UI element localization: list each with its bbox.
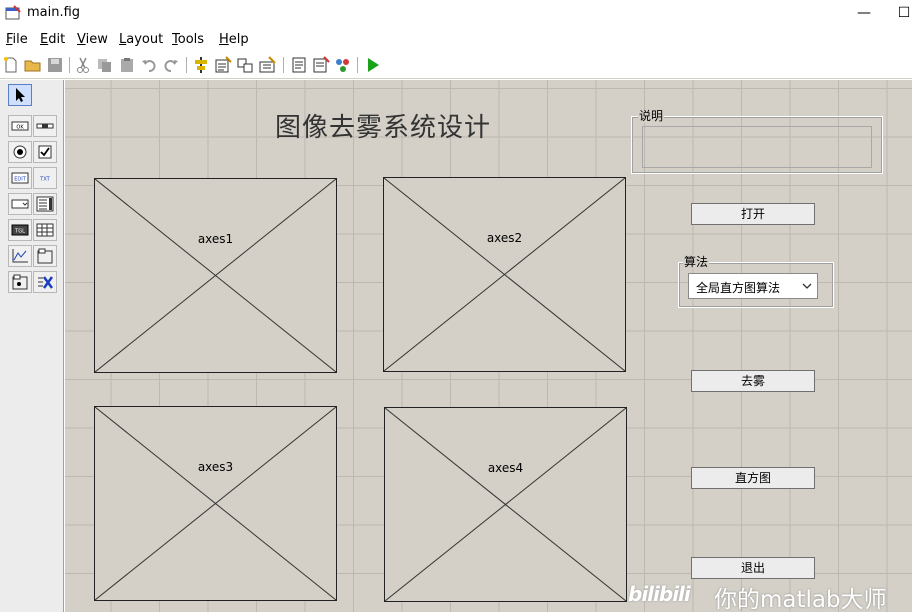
property-inspector-icon[interactable]: [312, 56, 330, 74]
exit-button[interactable]: 退出: [691, 557, 815, 579]
axes-cross-icon: [95, 407, 336, 600]
listbox-icon: [36, 196, 54, 212]
histogram-button[interactable]: 直方图: [691, 467, 815, 489]
algorithm-select[interactable]: 全局直方图算法: [688, 273, 818, 299]
push-button-icon: OK: [11, 121, 29, 131]
axes-cross-icon: [95, 179, 336, 372]
watermark-text: 你的matlab大师: [714, 587, 887, 612]
new-file-icon[interactable]: [2, 56, 20, 74]
button-group-tool[interactable]: [8, 271, 32, 293]
menu-edit[interactable]: Edit: [40, 32, 65, 47]
layout-canvas[interactable]: 图像去雾系统设计 axes1 axes2 axes3 axes4 说明 打开 算…: [65, 80, 912, 612]
table-icon: [36, 223, 54, 237]
popup-menu-tool[interactable]: [8, 193, 32, 215]
menu-view[interactable]: View: [77, 32, 108, 47]
button-group-icon: [12, 274, 28, 290]
slider-tool[interactable]: [33, 115, 57, 137]
slider-icon: [36, 123, 54, 129]
bilibili-logo: bilibili: [628, 582, 691, 606]
edit-text-tool[interactable]: EDIT: [8, 167, 32, 189]
axes-icon: [12, 249, 28, 263]
open-folder-icon[interactable]: [24, 56, 42, 74]
axes-tool[interactable]: [8, 245, 32, 267]
svg-text:OK: OK: [16, 125, 24, 131]
menu-bar: File Edit View Layout Tools Help: [0, 27, 912, 51]
activex-control-tool[interactable]: [33, 271, 57, 293]
axes2-placeholder[interactable]: axes2: [383, 177, 626, 372]
toolbar-editor-icon[interactable]: [258, 56, 276, 74]
panel-title: 说明: [638, 109, 665, 123]
description-panel[interactable]: 说明: [631, 109, 883, 174]
algorithm-panel[interactable]: 算法 全局直方图算法: [678, 255, 834, 308]
toolbar-separator: [357, 57, 358, 73]
svg-text:TXT: TXT: [39, 177, 50, 183]
menu-tools[interactable]: Tools: [172, 32, 204, 47]
menu-layout[interactable]: Layout: [119, 32, 163, 47]
page-title-static-text[interactable]: 图像去雾系统设计: [275, 107, 491, 144]
chevron-down-icon: [802, 283, 812, 289]
panel-tool[interactable]: [33, 245, 57, 267]
run-figure-icon[interactable]: [364, 56, 382, 74]
axes-cross-icon: [385, 408, 626, 601]
axes-label: axes1: [197, 232, 234, 246]
copy-icon[interactable]: [96, 56, 114, 74]
svg-text:EDIT: EDIT: [14, 177, 26, 183]
redo-icon[interactable]: [162, 56, 180, 74]
save-icon[interactable]: [46, 56, 64, 74]
algorithm-select-value: 全局直方图算法: [696, 281, 781, 295]
toolbar-separator: [186, 57, 187, 73]
menu-file[interactable]: File: [6, 32, 28, 47]
cut-icon[interactable]: [74, 56, 92, 74]
window-title: main.fig: [27, 5, 81, 20]
panel-title: 算法: [683, 255, 710, 269]
component-palette: OK EDIT TXT TGL: [0, 80, 64, 612]
minimize-button[interactable]: —: [852, 2, 876, 24]
listbox-tool[interactable]: [33, 193, 57, 215]
tab-order-editor-icon[interactable]: [236, 56, 254, 74]
open-button[interactable]: 打开: [691, 203, 815, 225]
radio-button-icon: [13, 145, 27, 159]
select-tool-button[interactable]: [8, 84, 32, 106]
description-text[interactable]: [642, 126, 872, 168]
axes-label: axes4: [487, 461, 524, 475]
undo-icon[interactable]: [140, 56, 158, 74]
align-objects-icon[interactable]: [192, 56, 210, 74]
maximize-button[interactable]: ☐: [892, 2, 912, 24]
static-text-icon: TXT: [39, 177, 50, 183]
toggle-button-icon: TGL: [11, 224, 29, 236]
arrow-cursor-icon: [16, 88, 25, 102]
activex-icon: [38, 276, 54, 289]
paste-icon[interactable]: [118, 56, 136, 74]
radio-button-tool[interactable]: [8, 141, 32, 163]
guide-app-icon: [5, 5, 21, 20]
table-tool[interactable]: [33, 219, 57, 241]
axes-cross-icon: [384, 178, 625, 371]
menu-editor-icon[interactable]: [214, 56, 232, 74]
edit-text-icon: EDIT: [11, 172, 29, 184]
window-title-bar: main.fig — ☐: [0, 0, 912, 27]
menu-help[interactable]: Help: [219, 32, 249, 47]
toolbar-separator: [283, 57, 284, 73]
svg-text:TGL: TGL: [14, 229, 25, 235]
object-browser-icon[interactable]: [334, 56, 352, 74]
static-text-tool[interactable]: TXT: [33, 167, 57, 189]
dehaze-button[interactable]: 去雾: [691, 370, 815, 392]
axes-label: axes2: [486, 231, 523, 245]
panel-icon: [37, 248, 53, 264]
toggle-button-tool[interactable]: TGL: [8, 219, 32, 241]
toolbar-separator: [69, 57, 70, 73]
push-button-tool[interactable]: OK: [8, 115, 32, 137]
axes1-placeholder[interactable]: axes1: [94, 178, 337, 373]
axes4-placeholder[interactable]: axes4: [384, 407, 627, 602]
axes3-placeholder[interactable]: axes3: [94, 406, 337, 601]
mfile-editor-icon[interactable]: [290, 56, 308, 74]
popup-menu-icon: [11, 199, 29, 209]
checkbox-icon: [38, 145, 52, 159]
axes-label: axes3: [197, 460, 234, 474]
toolbar: [0, 52, 912, 79]
checkbox-tool[interactable]: [33, 141, 57, 163]
